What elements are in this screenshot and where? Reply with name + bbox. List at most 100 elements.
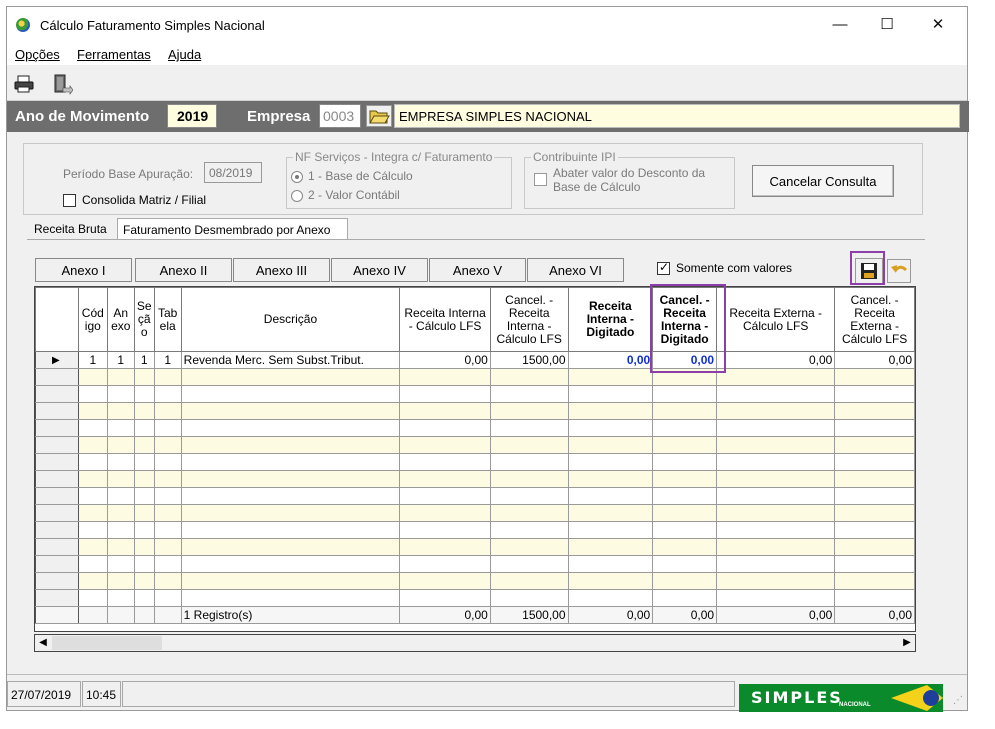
close-button[interactable]: ✕ — [921, 13, 955, 37]
grid-cell[interactable] — [567, 436, 654, 454]
grid-cell[interactable] — [399, 385, 491, 403]
table-row-empty[interactable] — [35, 453, 915, 471]
grid-cell[interactable] — [489, 521, 569, 539]
grid-cell[interactable] — [106, 402, 135, 420]
grid-cell[interactable] — [489, 385, 569, 403]
cell-receita-externa-lfs[interactable]: 0,00 — [716, 351, 836, 369]
grid-cell[interactable] — [567, 521, 654, 539]
grid-cell[interactable] — [567, 504, 654, 522]
maximize-button[interactable]: ☐ — [870, 13, 904, 37]
grid-cell[interactable] — [77, 589, 108, 607]
anexo-iii-button[interactable]: Anexo III — [233, 258, 330, 282]
grid-cell[interactable] — [133, 538, 155, 556]
grid-cell[interactable] — [180, 487, 401, 505]
grid-cell[interactable] — [133, 487, 155, 505]
grid-cell[interactable] — [399, 436, 491, 454]
grid-cell[interactable] — [77, 402, 108, 420]
grid-cell[interactable] — [489, 419, 569, 437]
grid-cell[interactable] — [153, 470, 182, 488]
grid-cell[interactable] — [180, 419, 401, 437]
ipi-abater-checkbox[interactable] — [534, 172, 547, 187]
grid-cell[interactable] — [716, 487, 836, 505]
grid-cell[interactable] — [489, 402, 569, 420]
grid-cell[interactable] — [716, 385, 836, 403]
grid-cell[interactable] — [716, 436, 836, 454]
grid-cell[interactable] — [567, 368, 654, 386]
grid-cell[interactable] — [77, 368, 108, 386]
grid-cell[interactable] — [489, 555, 569, 573]
grid-cell[interactable] — [567, 419, 654, 437]
col-codigo[interactable]: Cód igo — [77, 287, 108, 352]
grid-cell[interactable] — [834, 589, 915, 607]
grid-cell[interactable] — [77, 538, 108, 556]
grid-cell[interactable] — [652, 453, 718, 471]
grid-cell[interactable] — [133, 385, 155, 403]
col-secao[interactable]: Se çã o — [133, 287, 155, 352]
scroll-left-icon[interactable]: ◀ — [35, 635, 51, 651]
grid-cell[interactable] — [180, 504, 401, 522]
scroll-thumb[interactable] — [52, 636, 162, 650]
col-descricao[interactable]: Descrição — [180, 287, 401, 352]
grid-cell[interactable] — [399, 504, 491, 522]
cell-cancel-receita-interna-digitado[interactable]: 0,00 — [652, 351, 718, 369]
grid-cell[interactable] — [399, 419, 491, 437]
grid-cell[interactable] — [489, 538, 569, 556]
grid-cell[interactable] — [652, 402, 718, 420]
grid-cell[interactable] — [153, 385, 182, 403]
grid-cell[interactable] — [834, 368, 915, 386]
grid-cell[interactable] — [133, 521, 155, 539]
grid-cell[interactable] — [399, 368, 491, 386]
table-row-empty[interactable] — [35, 470, 915, 488]
grid-cell[interactable] — [652, 436, 718, 454]
col-receita-interna-lfs[interactable]: Receita Interna - Cálculo LFS — [399, 287, 491, 352]
grid-cell[interactable] — [567, 572, 654, 590]
grid-cell[interactable] — [133, 419, 155, 437]
grid-cell[interactable] — [77, 419, 108, 437]
open-folder-icon[interactable] — [366, 105, 392, 127]
menu-opcoes[interactable]: Opções — [15, 47, 60, 62]
grid-cell[interactable] — [180, 521, 401, 539]
grid-cell[interactable] — [77, 555, 108, 573]
nf-option1-radio[interactable] — [291, 169, 303, 183]
grid-cell[interactable] — [652, 538, 718, 556]
anexo-vi-button[interactable]: Anexo VI — [527, 258, 624, 282]
grid-cell[interactable] — [834, 572, 915, 590]
grid-cell[interactable] — [567, 453, 654, 471]
grid-cell[interactable] — [106, 436, 135, 454]
grid-cell[interactable] — [153, 538, 182, 556]
nf-option2-radio[interactable] — [291, 188, 303, 202]
grid-cell[interactable] — [153, 521, 182, 539]
grid-cell[interactable] — [153, 572, 182, 590]
save-disk-icon[interactable] — [855, 258, 883, 284]
cell-receita-interna-lfs[interactable]: 0,00 — [399, 351, 491, 369]
grid-cell[interactable] — [153, 453, 182, 471]
grid-cell[interactable] — [133, 555, 155, 573]
grid-cell[interactable] — [106, 470, 135, 488]
grid-cell[interactable] — [567, 538, 654, 556]
grid-cell[interactable] — [399, 453, 491, 471]
col-receita-interna-digitado[interactable]: Receita Interna - Digitado — [567, 287, 654, 352]
grid-cell[interactable] — [77, 521, 108, 539]
grid-cell[interactable] — [834, 487, 915, 505]
grid-cell[interactable] — [180, 436, 401, 454]
grid-cell[interactable] — [180, 470, 401, 488]
scroll-right-icon[interactable]: ▶ — [899, 635, 915, 651]
table-row-empty[interactable] — [35, 504, 915, 522]
grid-cell[interactable] — [399, 487, 491, 505]
grid-cell[interactable] — [180, 385, 401, 403]
grid-cell[interactable] — [77, 572, 108, 590]
col-tabela[interactable]: Tab ela — [153, 287, 182, 352]
grid-cell[interactable] — [180, 538, 401, 556]
cell-descricao[interactable]: Revenda Merc. Sem Subst.Tribut. — [180, 351, 401, 369]
grid-cell[interactable] — [652, 419, 718, 437]
grid-cell[interactable] — [834, 521, 915, 539]
grid-cell[interactable] — [834, 504, 915, 522]
grid-cell[interactable] — [106, 385, 135, 403]
menu-ajuda[interactable]: Ajuda — [168, 47, 201, 62]
grid-cell[interactable] — [652, 504, 718, 522]
grid-cell[interactable] — [153, 368, 182, 386]
cell-codigo[interactable]: 1 — [77, 351, 108, 369]
col-cancel-receita-externa-lfs[interactable]: Cancel. - Receita Externa - Cálculo LFS — [834, 287, 915, 352]
table-row-empty[interactable] — [35, 572, 915, 590]
grid-cell[interactable] — [489, 470, 569, 488]
